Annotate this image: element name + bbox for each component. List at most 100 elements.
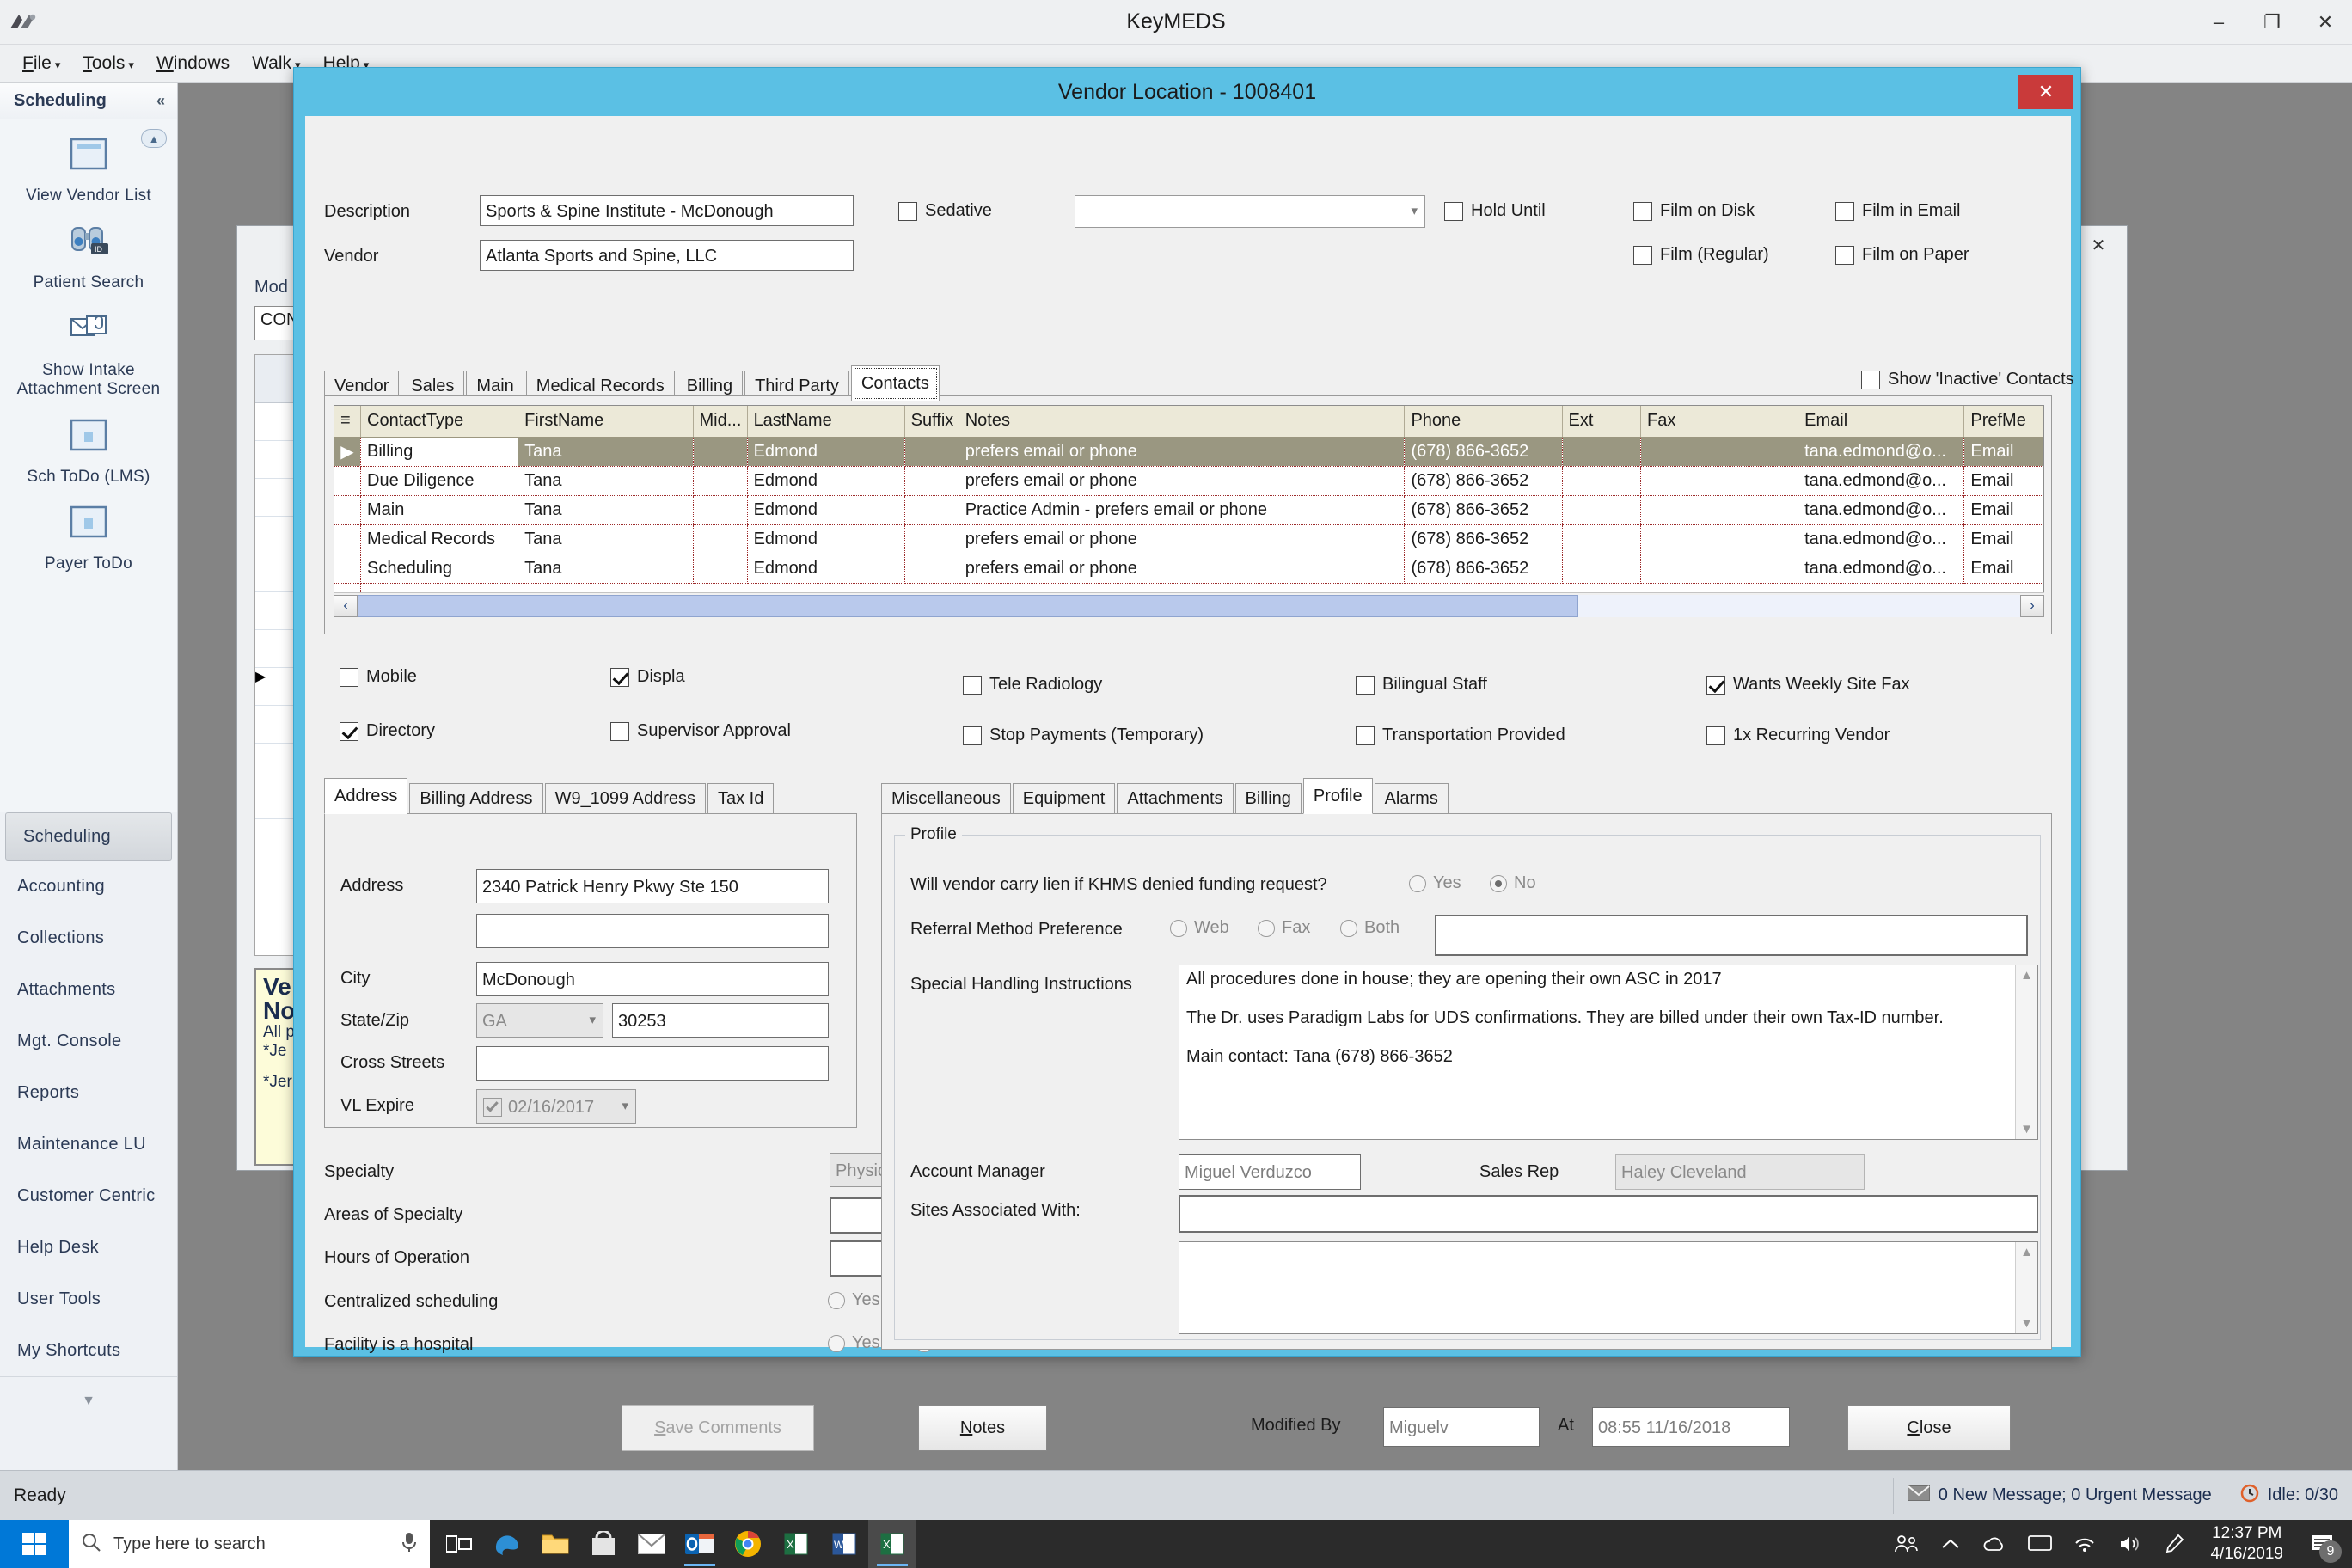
cell-notes[interactable]: prefers email or phone (959, 466, 1406, 496)
at-input[interactable]: 08:55 11/16/2018 (1592, 1407, 1790, 1447)
outlook-icon[interactable] (676, 1520, 724, 1568)
cell-middle[interactable] (693, 554, 748, 584)
film-in-email-checkbox[interactable]: Film in Email (1835, 201, 1960, 221)
sites-associated-list[interactable]: ▲ ▼ (1179, 1241, 2038, 1334)
cell-lastname[interactable]: Edmond (747, 554, 905, 584)
address-line1-input[interactable]: 2340 Patrick Henry Pkwy Ste 150 (476, 869, 829, 903)
tab-address[interactable]: Address (324, 778, 408, 814)
hold-until-checkbox[interactable]: Hold Until (1444, 201, 1546, 221)
table-row[interactable]: ▶ Billing Tana Edmond prefers email or p… (334, 437, 2043, 467)
mail-icon[interactable] (628, 1520, 676, 1568)
sedative-combo[interactable] (1075, 195, 1425, 228)
tab-contacts[interactable]: Contacts (850, 365, 940, 401)
tele-radiology-checkbox[interactable]: Tele Radiology (963, 675, 1102, 695)
contacts-grid-hscrollbar[interactable]: ‹ › (334, 592, 2044, 618)
tab-profile[interactable]: Profile (1302, 778, 1373, 814)
cell-prefme[interactable]: Email (1963, 495, 2043, 525)
sidebar-item-user-tools[interactable]: User Tools (0, 1273, 177, 1325)
collapse-sidebar-icon[interactable]: « (156, 92, 165, 110)
cell-phone[interactable]: (678) 866-3652 (1404, 554, 1563, 584)
cell-middle[interactable] (693, 524, 748, 554)
state-combo[interactable]: GA (476, 1003, 603, 1038)
status-idle[interactable]: Idle: 0/30 (2225, 1477, 2352, 1514)
cell-email[interactable]: tana.edmond@o... (1798, 554, 1965, 584)
search-input[interactable]: Type here to search (113, 1534, 389, 1554)
vl-expire-checkbox[interactable] (483, 1098, 502, 1117)
cell-prefme[interactable]: Email (1963, 524, 2043, 554)
th-middle[interactable]: Mid... (693, 406, 748, 438)
zip-input[interactable]: 30253 (612, 1003, 829, 1038)
cell-phone[interactable]: (678) 866-3652 (1404, 524, 1563, 554)
dialog-close-button[interactable]: ✕ (2018, 75, 2073, 109)
modified-by-input[interactable]: Miguelv (1383, 1407, 1540, 1447)
cell-middle[interactable] (693, 466, 748, 496)
referral-web-radio[interactable]: Web (1170, 918, 1229, 938)
sidebar-scroll-down-icon[interactable]: ▼ (0, 1376, 177, 1424)
cell-ext[interactable] (1562, 554, 1642, 584)
tab-w9-1099-address[interactable]: W9_1099 Address (544, 783, 706, 814)
clock[interactable]: 12:37 PM 4/16/2019 (2198, 1523, 2295, 1565)
sidebar-item-my-shortcuts[interactable]: My Shortcuts (0, 1325, 177, 1376)
cell-firstname[interactable]: Tana (518, 554, 694, 584)
file-explorer-icon[interactable] (531, 1520, 579, 1568)
sidebar-item-accounting[interactable]: Accounting (0, 861, 177, 912)
minimize-button[interactable]: – (2192, 0, 2245, 45)
cell-firstname[interactable]: Tana (518, 437, 694, 467)
cell-suffix[interactable] (904, 437, 959, 467)
th-phone[interactable]: Phone (1404, 406, 1563, 438)
lien-no-radio[interactable]: No (1490, 873, 1536, 893)
start-button[interactable] (0, 1520, 69, 1568)
sites-list-scrollbar[interactable]: ▲ ▼ (2015, 1242, 2037, 1333)
scroll-down-icon[interactable]: ▼ (2020, 1316, 2033, 1331)
cell-phone[interactable]: (678) 866-3652 (1404, 437, 1563, 467)
contacts-grid[interactable]: ≡ ContactType FirstName Mid... LastName … (334, 405, 2044, 613)
tab-attachments[interactable]: Attachments (1117, 783, 1234, 814)
scroll-up-icon[interactable]: ▲ (141, 129, 167, 148)
menu-windows[interactable]: Windows (156, 53, 230, 74)
th-fax[interactable]: Fax (1640, 406, 1799, 438)
hscroll-thumb[interactable] (358, 594, 1578, 617)
stop-payments-checkbox[interactable]: Stop Payments (Temporary) (963, 726, 1204, 745)
cell-lastname[interactable]: Edmond (747, 495, 905, 525)
tab-billing-address[interactable]: Billing Address (409, 783, 543, 814)
scroll-up-icon[interactable]: ▲ (2020, 1245, 2033, 1259)
supervisor-approval-checkbox[interactable]: Supervisor Approval (610, 721, 791, 741)
notifications-button[interactable]: 9 (2299, 1520, 2347, 1568)
cell-prefme[interactable]: Email (1963, 554, 2043, 584)
sidebar-item-mgt-console[interactable]: Mgt. Console (0, 1015, 177, 1067)
sidebar-item-help-desk[interactable]: Help Desk (0, 1222, 177, 1273)
tab-billing-profile[interactable]: Billing (1234, 783, 1302, 814)
sites-associated-input[interactable] (1179, 1195, 2038, 1233)
tab-alarms[interactable]: Alarms (1374, 783, 1449, 814)
mobile-checkbox[interactable]: Mobile (340, 667, 417, 687)
display-icon[interactable] (2019, 1520, 2061, 1568)
film-on-disk-checkbox[interactable]: Film on Disk (1633, 201, 1755, 221)
sidebar-item-maintenance-lu[interactable]: Maintenance LU (0, 1118, 177, 1170)
scroll-down-icon[interactable]: ▼ (2020, 1122, 2033, 1136)
cell-email[interactable]: tana.edmond@o... (1798, 495, 1965, 525)
sidebar-item-patient-search[interactable]: ID Patient Search (0, 211, 177, 297)
address-line2-input[interactable] (476, 914, 829, 948)
cell-phone[interactable]: (678) 866-3652 (1404, 495, 1563, 525)
cell-lastname[interactable]: Edmond (747, 524, 905, 554)
scroll-left-button[interactable]: ‹ (334, 594, 358, 617)
cell-ext[interactable] (1562, 466, 1642, 496)
th-notes[interactable]: Notes (959, 406, 1406, 438)
table-row[interactable]: Main Tana Edmond Practice Admin - prefer… (334, 495, 2043, 525)
sedative-checkbox[interactable]: Sedative (898, 201, 992, 221)
tab-equipment[interactable]: Equipment (1012, 783, 1116, 814)
cell-contacttype[interactable]: Medical Records (360, 524, 519, 554)
onedrive-cloud-icon[interactable] (1975, 1520, 2016, 1568)
directory-checkbox[interactable]: Directory (340, 721, 435, 741)
cell-ext[interactable] (1562, 437, 1642, 467)
cell-notes[interactable]: Practice Admin - prefers email or phone (959, 495, 1406, 525)
referral-both-radio[interactable]: Both (1340, 918, 1400, 938)
save-comments-button[interactable]: Save Comments (622, 1405, 814, 1451)
lien-yes-radio[interactable]: Yes (1409, 873, 1461, 893)
sidebar-item-customer-centric[interactable]: Customer Centric (0, 1170, 177, 1222)
background-window-close-icon[interactable]: ✕ (2079, 230, 2118, 260)
cell-suffix[interactable] (904, 495, 959, 525)
th-contacttype[interactable]: ContactType (360, 406, 519, 438)
close-button[interactable]: ✕ (2299, 0, 2352, 45)
bilingual-staff-checkbox[interactable]: Bilingual Staff (1356, 675, 1487, 695)
